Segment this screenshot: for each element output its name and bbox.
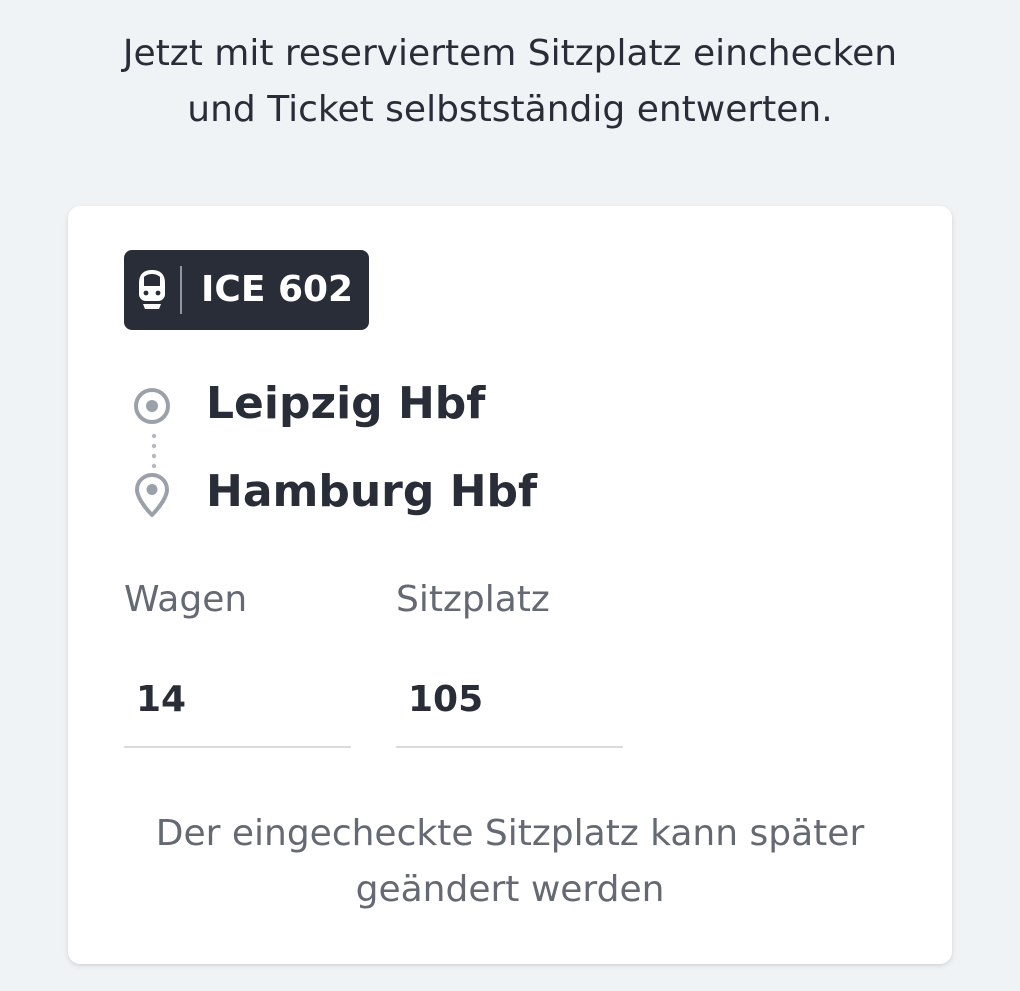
seat-change-note-line-2: geändert werden — [355, 869, 665, 910]
seat-change-note: Der eingecheckte Sitzplatz kann später g… — [68, 806, 952, 918]
train-name: ICE 602 — [201, 269, 354, 310]
origin-station: Leipzig Hbf — [206, 378, 486, 429]
checkin-card: ICE 602 Leipzig Hbf Hamburg Hbf Wagen 14… — [68, 206, 952, 964]
train-badge: ICE 602 — [124, 250, 369, 330]
wagen-field: Wagen 14 — [124, 576, 351, 750]
destination-station: Hamburg Hbf — [206, 466, 538, 517]
seat-change-note-line-1: Der eingecheckte Sitzplatz kann später — [155, 813, 865, 854]
origin-circle-icon — [134, 388, 170, 424]
route-connector-dots — [151, 433, 157, 469]
intro-line-2: und Ticket selbstständig entwerten. — [187, 89, 833, 130]
seat-input[interactable]: 105 — [396, 676, 623, 748]
intro-text: Jetzt mit reserviertem Sitzplatz einchec… — [0, 26, 1020, 138]
wagen-label: Wagen — [124, 579, 248, 620]
wagen-input[interactable]: 14 — [124, 676, 351, 748]
route: Leipzig Hbf Hamburg Hbf — [128, 372, 828, 522]
location-pin-icon — [135, 473, 169, 517]
train-front-icon — [139, 270, 165, 309]
badge-divider — [180, 266, 182, 314]
seat-label: Sitzplatz — [396, 579, 550, 620]
seat-field: Sitzplatz 105 — [396, 576, 623, 750]
intro-line-1: Jetzt mit reserviertem Sitzplatz einchec… — [122, 33, 898, 74]
